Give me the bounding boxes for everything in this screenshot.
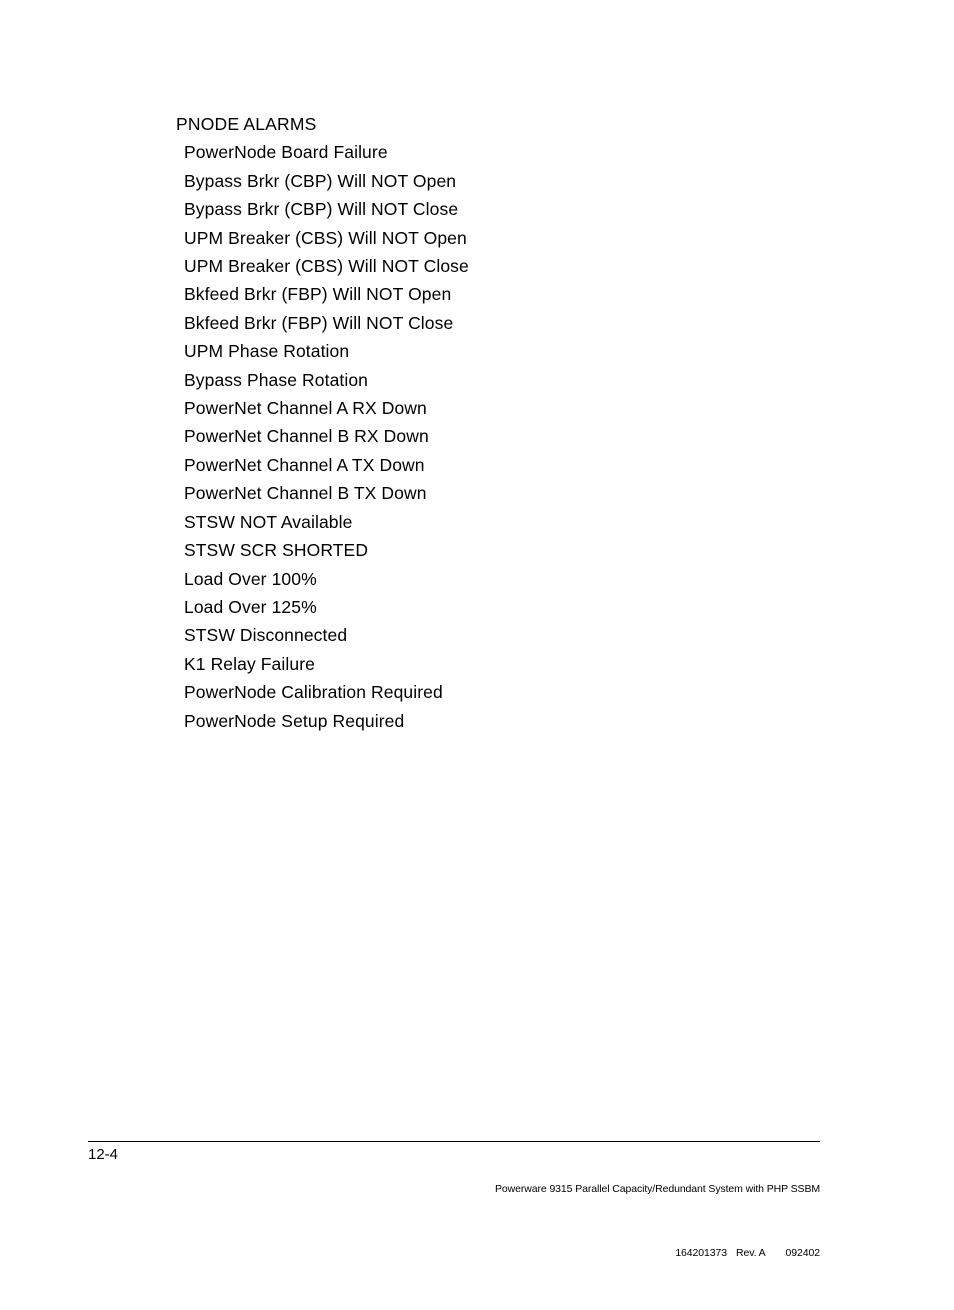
alarm-list-item: PowerNet Channel A TX Down [184,454,425,475]
section-heading: PNODE ALARMS [176,114,317,134]
alarm-list-item: STSW NOT Available [184,511,353,532]
alarm-list-item: UPM Breaker (CBS) Will NOT Open [184,227,467,248]
footer-content: 12-4 Powerware 9315 Parallel Capacity/Re… [88,1142,820,1310]
page-footer: 12-4 Powerware 9315 Parallel Capacity/Re… [88,1141,820,1310]
page-number: 12-4 [88,1146,119,1164]
footer-meta: 164201373 Rev. A 092402 [495,1232,820,1274]
alarm-list-item: Bkfeed Brkr (FBP) Will NOT Open [184,284,452,305]
alarm-list-item: Bkfeed Brkr (FBP) Will NOT Close [184,312,454,333]
alarm-list-item: Load Over 125% [184,596,317,617]
alarm-list-item: UPM Breaker (CBS) Will NOT Close [184,256,469,277]
alarm-list-item: UPM Phase Rotation [184,341,350,362]
footer-date-code: 092402 [785,1247,821,1260]
alarm-list: PowerNode Board Failure Bypass Brkr (CBP)… [176,138,876,735]
alarm-list-item: PowerNet Channel B RX Down [184,426,429,447]
alarms-section: PNODE ALARMS PowerNode Board Failure Bypa… [176,110,876,735]
footer-part-number: 164201373 [675,1247,727,1260]
alarm-list-item: PowerNode Setup Required [184,710,405,731]
alarm-list-item: STSW Disconnected [184,625,348,646]
alarm-list-item: PowerNode Board Failure [184,142,388,163]
alarm-list-item: Bypass Brkr (CBP) Will NOT Close [184,199,459,220]
alarm-list-item: PowerNet Channel A RX Down [184,398,427,419]
alarm-list-item: Bypass Brkr (CBP) Will NOT Open [184,170,457,191]
alarm-list-item: STSW SCR SHORTED [184,540,369,561]
footer-revision: Rev. A [735,1247,766,1260]
alarm-list-item: PowerNet Channel B TX Down [184,483,427,504]
footer-document-info: Powerware 9315 Parallel Capacity/Redunda… [495,1147,820,1310]
footer-product-title: Powerware 9315 Parallel Capacity/Redunda… [495,1183,820,1196]
alarm-list-item: PowerNode Calibration Required [184,682,443,703]
document-page: PNODE ALARMS PowerNode Board Failure Bypa… [0,0,954,1259]
alarm-list-item: Load Over 100% [184,568,317,589]
alarm-list-item: K1 Relay Failure [184,653,315,674]
alarm-list-item: Bypass Phase Rotation [184,369,369,390]
